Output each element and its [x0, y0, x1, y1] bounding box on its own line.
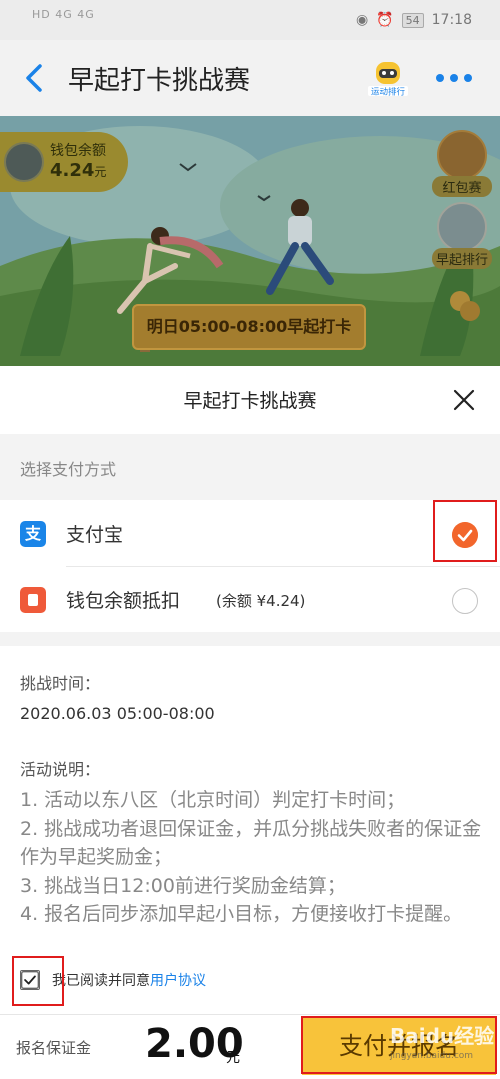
checkin-time-banner: 明日05:00-08:00早起打卡 [132, 304, 366, 350]
close-icon[interactable] [452, 388, 476, 412]
status-right: ◉ ⏰ 54 17:18 [356, 12, 472, 28]
back-arrow-icon[interactable] [20, 58, 50, 98]
challenge-time-label: 挑战时间： [20, 674, 101, 693]
payment-sheet-header: 早起打卡挑战赛 [0, 366, 500, 434]
rule-item: 4. 报名后同步添加早起小目标，方便接收打卡提醒。 [20, 903, 463, 925]
clock: 17:18 [431, 12, 472, 28]
status-bar: HD 4G 4G ◉ ⏰ 54 17:18 [0, 0, 500, 40]
eye-icon: ◉ [355, 12, 369, 28]
avatar [4, 142, 44, 182]
challenge-info: 挑战时间： 2020.06.03 05:00-08:00 活动说明： 1. 活动… [0, 646, 500, 1014]
alarm-icon: ⏰ [376, 12, 394, 28]
deposit-unit: 元 [226, 1050, 240, 1066]
wallet-balance-pill[interactable]: 钱包余额 4.24元 [0, 132, 128, 192]
red-packet-icon [437, 130, 487, 180]
signal-indicators: HD 4G 4G [32, 8, 95, 21]
wallet-balance-note: (余额 ¥4.24) [216, 592, 306, 610]
red-packet-label: 红包赛 [432, 176, 492, 197]
deposit-label: 报名保证金 [16, 1039, 92, 1057]
wallet-value: 4.24 [50, 160, 95, 181]
mascot-caption: 运动排行 [371, 87, 406, 98]
rules-list: 1. 活动以东八区（北京时间）判定打卡时间； 2. 挑战成功者退回保证金，并瓜分… [20, 786, 490, 929]
agree-text: 我已阅读并同意 [52, 973, 150, 989]
radio-unselected-icon[interactable] [452, 588, 478, 614]
rule-item: 1. 活动以东八区（北京时间）判定打卡时间； [20, 789, 406, 811]
rule-item: 3. 挑战当日12:00前进行奖励金结算； [20, 874, 346, 897]
early-rank-label: 早起排行 [432, 248, 492, 269]
rule-item: 2. 挑战成功者退回保证金，并瓜分挑战失败者的保证金作为早起奖励金； [20, 817, 482, 869]
challenge-banner: 钱包余额 4.24元 红包赛 早起排行 明日05:00-08:00早起打卡 [0, 116, 500, 366]
ranking-faces-icon [437, 202, 487, 252]
pay-option-name: 钱包余额抵扣 [66, 590, 181, 612]
wallet-value-line: 4.24元 [50, 160, 106, 181]
wallet-icon [20, 587, 46, 613]
user-agreement-link[interactable]: 用户协议 [150, 970, 206, 990]
highlight-agree-checkbox [12, 956, 64, 1006]
wallet-unit: 元 [94, 165, 107, 179]
pay-option-name: 支付宝 [66, 524, 124, 546]
wallet-label: 钱包余额 [50, 143, 106, 159]
alipay-icon: 支 [20, 521, 46, 547]
payment-method-label: 选择支付方式 [20, 460, 117, 479]
pay-option-alipay[interactable]: 支 支付宝 [0, 500, 500, 566]
divider [66, 566, 500, 567]
pay-option-wallet[interactable]: 钱包余额抵扣 (余额 ¥4.24) [0, 566, 500, 632]
watermark-url: jingyan.baidu.com [390, 1051, 474, 1061]
page-title: 早起打卡挑战赛 [68, 66, 251, 96]
nav-bar: 早起打卡挑战赛 运动排行 [0, 40, 500, 116]
battery-indicator: 54 [401, 12, 424, 28]
challenge-time-value: 2020.06.03 05:00-08:00 [20, 704, 215, 723]
rules-label: 活动说明： [20, 760, 101, 779]
red-packet-button[interactable]: 红包赛 [432, 130, 492, 197]
more-menu-icon[interactable] [436, 72, 472, 84]
sport-ranking-mascot-icon[interactable]: 运动排行 [366, 60, 410, 98]
early-rank-button[interactable]: 早起排行 [432, 202, 492, 269]
baidu-watermark: Baidu经验 jingyan.baidu.com [390, 1020, 500, 1076]
highlight-alipay-select [433, 500, 497, 562]
watermark-text: Baidu经验 [390, 1024, 495, 1048]
sheet-title: 早起打卡挑战赛 [183, 390, 317, 412]
